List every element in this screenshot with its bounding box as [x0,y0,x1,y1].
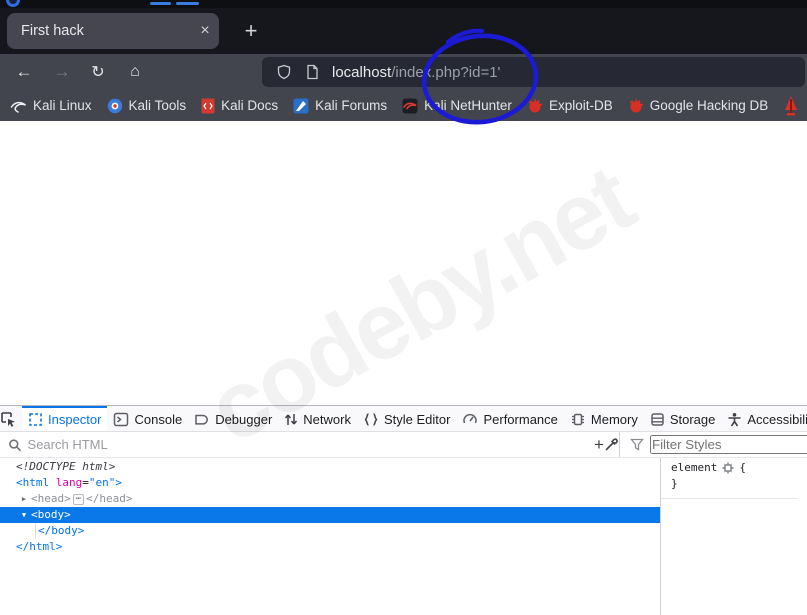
url-bar[interactable]: localhost/index.php?id=1' [262,57,805,87]
tab-bar: First hack × + [0,8,807,54]
bookmark-kali-tools[interactable]: Kali Tools [107,98,186,114]
markup-row-html-close[interactable]: </html> [0,539,660,555]
accessibility-icon [728,413,741,427]
memory-icon [571,413,584,426]
bookmark-kali-linux[interactable]: Kali Linux [10,98,92,114]
rule-open-brace: { [739,461,746,474]
page-viewport [0,121,807,405]
new-tab-button[interactable]: + [233,13,269,49]
browser-tab[interactable]: First hack × [7,13,219,49]
offsec-lantern-icon [785,95,798,115]
top-strip-blue-blob [6,0,20,7]
kali-tools-icon [107,98,122,113]
exploit-db-icon [528,98,543,112]
devtools-tab-console[interactable]: Console [107,406,188,431]
filter-funnel-icon [630,438,644,451]
tab-close-icon[interactable]: × [191,22,219,40]
network-icon [285,414,298,425]
url-host: localhost [332,63,392,81]
devtools-tab-style-editor[interactable]: Style Editor [357,406,456,431]
performance-icon [463,413,478,424]
top-strip-blue-dash [150,2,171,5]
collapsed-ellipsis-badge[interactable]: ⋯ [72,494,85,505]
filter-styles-input[interactable] [649,435,807,454]
bookmark-kali-nethunter[interactable]: Kali NetHunter [402,98,512,114]
collapse-arrow-icon[interactable]: ▼ [19,507,29,523]
kali-forums-icon [293,98,309,113]
markup-row-body-selected[interactable]: ▼ <body> [0,507,660,523]
browser-window: First hack × + ← → ↻ ⌂ localhost/index.p… [0,0,807,615]
filter-styles-box[interactable] [618,432,807,457]
rule-selector[interactable]: element [671,460,717,476]
rule-close-brace: } [671,477,678,490]
devtools-tab-bar: Inspector Console Debugger Network Style… [0,406,807,432]
devtools-tab-memory[interactable]: Memory [564,406,644,431]
devtools-tab-accessibility[interactable]: Accessibility [721,406,807,431]
eyedropper-icon [605,438,618,451]
css-rules-view[interactable]: element { } [661,458,807,615]
element-picker-button[interactable] [0,406,16,431]
home-button[interactable]: ⌂ [120,58,150,86]
google-hacking-db-icon [629,98,643,112]
devtools-content: <!DOCTYPE html> <html lang="en"> ▶ <head… [0,458,807,615]
search-html-input[interactable] [27,437,594,452]
devtools-tab-network[interactable]: Network [278,406,357,431]
search-icon [9,438,22,451]
indent-guide [35,523,36,539]
html-markup-view[interactable]: <!DOCTYPE html> <html lang="en"> ▶ <head… [0,458,661,615]
markup-row-body-close[interactable]: </body> [0,523,660,539]
back-button[interactable]: ← [9,58,39,86]
element-rule: element { } [661,460,797,499]
navigation-toolbar: ← → ↻ ⌂ localhost/index.php?id=1' [0,54,807,90]
shield-icon [277,64,291,80]
bookmarks-toolbar: Kali Linux Kali Tools Kali Docs Kali For… [0,90,807,121]
search-html-box[interactable] [0,437,594,452]
storage-icon [651,413,664,426]
bookmark-kali-docs[interactable]: Kali Docs [201,98,278,114]
url-text: localhost/index.php?id=1' [332,64,500,81]
kali-docs-icon [201,98,215,113]
console-icon [114,412,129,427]
bookmark-kali-forums[interactable]: Kali Forums [293,98,387,114]
tab-title: First hack [21,23,84,39]
bookmark-google-hacking-db[interactable]: Google Hacking DB [628,98,768,114]
window-top-strip [0,0,807,8]
devtools-panel: Inspector Console Debugger Network Style… [0,405,807,615]
kali-linux-icon [10,101,26,113]
bookmark-exploit-db[interactable]: Exploit-DB [527,98,613,114]
page-icon [307,64,318,80]
eyedropper-button[interactable] [604,437,619,452]
kali-nethunter-icon [402,98,418,113]
expand-arrow-icon[interactable]: ▶ [19,491,29,507]
url-path: /index.php?id=1' [391,63,501,81]
devtools-tab-storage[interactable]: Storage [644,406,722,431]
devtools-search-row: + [0,432,807,458]
bookmark-partial[interactable] [783,95,799,117]
element-picker-icon [1,411,15,427]
markup-row-doctype[interactable]: <!DOCTYPE html> [0,459,660,475]
devtools-tab-performance[interactable]: Performance [456,406,563,431]
top-strip-blue-dash [176,2,199,5]
markup-row-head[interactable]: ▶ <head> ⋯ </head> [0,491,660,507]
reload-button[interactable]: ↻ [83,58,113,86]
add-node-button[interactable]: + [594,435,604,455]
devtools-tab-inspector[interactable]: Inspector [22,406,108,431]
debugger-icon [195,414,209,425]
highlighter-target-icon[interactable] [722,462,734,474]
devtools-tab-debugger[interactable]: Debugger [188,406,278,431]
markup-row-html-open[interactable]: <html lang="en"> [0,475,660,491]
forward-button[interactable]: → [47,58,77,86]
style-editor-icon [364,413,378,426]
inspector-icon [29,413,42,426]
